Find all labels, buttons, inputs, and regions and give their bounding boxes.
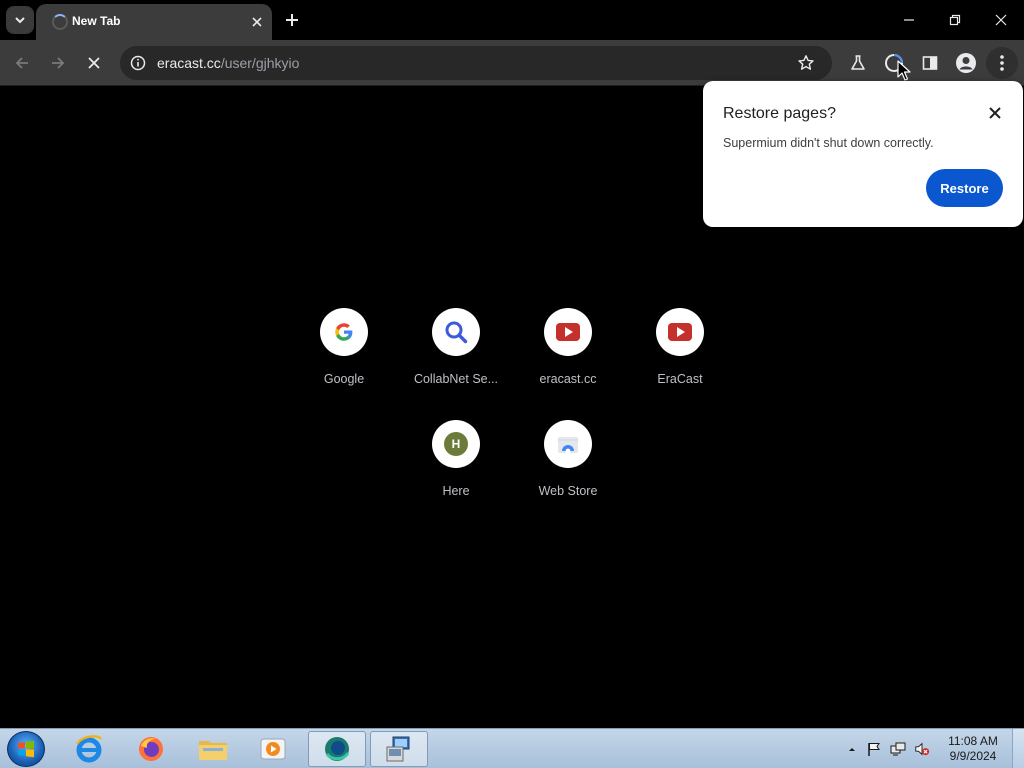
taskbar: 11:08 AM 9/9/2024 [0,728,1024,768]
restore-dialog-message: Supermium didn't shut down correctly. [723,136,934,150]
menu-button[interactable] [986,47,1018,79]
profile-button[interactable] [950,47,982,79]
shortcut-label: Google [323,372,365,386]
forward-button[interactable] [42,47,74,79]
plus-icon [286,14,298,26]
shortcut-icon-circle: H [432,420,480,468]
show-desktop-button[interactable] [1012,729,1024,768]
shortcut-label: Here [442,484,470,498]
info-icon [130,55,146,71]
taskbar-file-explorer[interactable] [184,731,242,767]
youtube-icon [668,323,692,341]
site-info-button[interactable] [128,53,148,73]
chevron-up-icon [849,748,855,751]
tab-close-button[interactable] [247,12,267,32]
restore-window-button[interactable] [932,0,978,40]
volume-muted-icon [915,742,930,756]
show-hidden-icons-button[interactable] [844,741,860,757]
arrow-right-icon [52,57,65,69]
tab-search-button[interactable] [6,6,34,34]
tab-strip: New Tab [0,0,1024,40]
minimize-icon [904,19,914,21]
supermium-icon [325,737,350,761]
taskbar-internet-explorer[interactable] [60,731,118,767]
flask-icon [851,55,865,70]
browser-toolbar: eracast.cc/user/gjhkyio [0,40,1024,86]
close-window-button[interactable] [978,0,1024,40]
shortcut-label: eracast.cc [539,372,597,386]
system-clock[interactable]: 11:08 AM 9/9/2024 [940,734,1006,764]
taskbar-media-player[interactable] [244,731,302,767]
remote-desktop-icon [386,736,410,762]
start-button[interactable] [7,731,45,767]
star-icon [798,55,814,70]
clock-time: 11:08 AM [948,734,998,748]
media-player-icon [260,738,286,760]
network-icon [890,742,906,756]
bookmark-button[interactable] [794,51,818,75]
chevron-down-icon [15,17,25,24]
shortcut-icon-circle [432,308,480,356]
restore-dialog-title: Restore pages? [723,105,836,122]
minimize-button[interactable] [886,0,932,40]
shortcut-label: Web Store [538,484,598,498]
letter-badge-icon: H [444,432,468,456]
taskbar-remote-desktop[interactable] [370,731,428,767]
shortcut-tile[interactable]: H Here [400,420,512,524]
shortcut-tile[interactable]: eracast.cc [512,308,624,412]
web-store-icon [558,437,578,454]
restore-button[interactable]: Restore [926,169,1003,207]
restore-pages-dialog: Restore pages? Supermium didn't shut dow… [703,81,1023,227]
file-explorer-icon [199,741,227,760]
close-icon [252,17,262,27]
url-host: eracast.cc [157,55,221,71]
url-path: /user/gjhkyio [220,55,300,71]
youtube-icon [556,323,580,341]
address-bar[interactable]: eracast.cc/user/gjhkyio [120,46,832,80]
labs-button[interactable] [842,47,874,79]
restore-dialog-close-button[interactable] [983,101,1007,125]
action-center-tray-icon[interactable] [866,741,882,757]
shortcut-tile[interactable]: EraCast [624,308,736,412]
mouse-cursor-icon [897,60,911,81]
close-icon [995,14,1007,26]
shortcut-tile[interactable]: Web Store [512,420,624,524]
restore-window-icon [949,14,961,26]
avatar-icon [956,53,976,73]
more-vertical-icon [1000,55,1004,71]
back-button[interactable] [6,47,38,79]
taskbar-firefox[interactable] [122,731,180,767]
tab-title: New Tab [72,14,121,28]
shortcut-icon-circle [544,420,592,468]
shortcut-label: EraCast [657,372,703,386]
shortcut-tile[interactable]: CollabNet Se... [400,308,512,412]
shortcut-icon-circle [544,308,592,356]
windows-logo-icon [18,740,34,758]
address-url[interactable]: eracast.cc/user/gjhkyio [157,55,299,71]
close-icon [88,57,100,69]
side-panel-icon [922,56,938,70]
tab-new-tab[interactable]: New Tab [36,4,272,40]
clock-date: 9/9/2024 [949,749,997,763]
side-panel-button[interactable] [914,47,946,79]
new-tab-button[interactable] [280,8,304,32]
google-icon [335,323,353,341]
volume-tray-icon[interactable] [914,741,930,757]
close-icon [989,107,1001,119]
internet-explorer-icon [75,735,103,763]
firefox-icon [139,737,163,761]
shortcut-icon-circle [320,308,368,356]
loading-spinner-icon [52,14,68,30]
stop-loading-button[interactable] [78,47,110,79]
flag-icon [868,743,880,756]
search-icon [445,321,468,344]
shortcut-tile[interactable]: Google [288,308,400,412]
network-tray-icon[interactable] [890,741,906,757]
shortcut-label: CollabNet Se... [413,372,499,386]
shortcut-icon-circle [656,308,704,356]
taskbar-supermium[interactable] [308,731,366,767]
arrow-left-icon [15,57,28,69]
